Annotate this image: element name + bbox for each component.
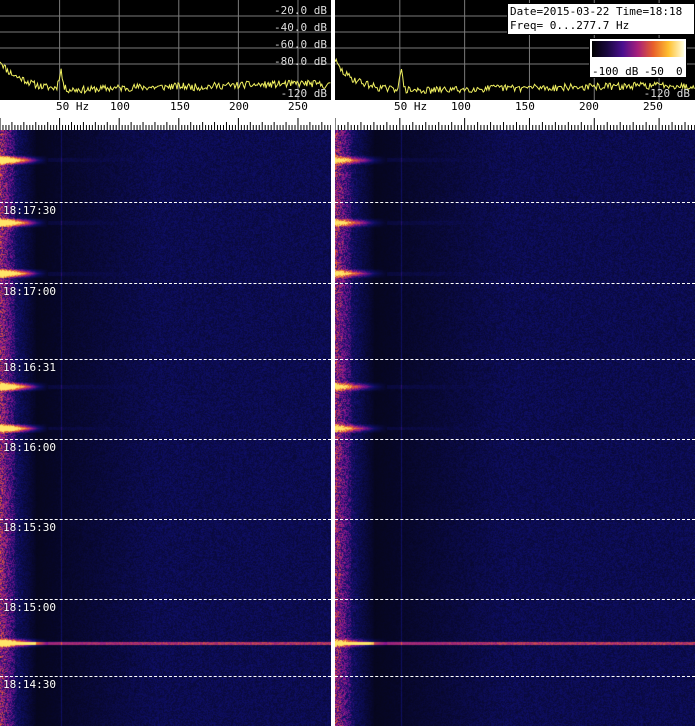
x-tick-label: 100 — [451, 100, 471, 113]
time-gridline — [0, 676, 331, 677]
time-label: 18:17:30 — [3, 204, 56, 217]
time-gridline — [335, 676, 695, 677]
db-tick-label: -60.0 dB — [274, 38, 327, 51]
info-box: Date=2015-03-22 Time=18:18 Freq= 0...277… — [507, 3, 695, 35]
spectrogram-panel-left: -20.0 dB -40.0 dB -60.0 dB -80.0 dB -120… — [0, 0, 331, 726]
time-gridline — [0, 599, 331, 600]
time-gridline — [0, 439, 331, 440]
x-tick-label: 250 — [288, 100, 308, 113]
time-gridline — [335, 283, 695, 284]
x-tick-label: 50 Hz — [394, 100, 428, 113]
time-gridline — [335, 519, 695, 520]
x-tick-label: 50 Hz — [56, 100, 90, 113]
db-tick-label: -120 dB — [280, 87, 327, 100]
colorbar-gradient — [592, 41, 684, 57]
waterfall-right — [335, 130, 695, 726]
scale-background — [0, 100, 331, 130]
db-tick-label: -40.0 dB — [274, 21, 327, 34]
time-gridline — [0, 202, 331, 203]
time-label: 18:16:00 — [3, 441, 56, 454]
time-label: 18:16:31 — [3, 361, 56, 374]
time-gridline — [0, 519, 331, 520]
x-tick-label: 200 — [229, 100, 249, 113]
db-tick-label: -120 dB — [643, 87, 690, 100]
info-frequency-range: Freq= 0...277.7 Hz — [510, 19, 630, 32]
x-tick-label: 200 — [579, 100, 599, 113]
info-date-time: Date=2015-03-22 Time=18:18 — [510, 5, 683, 18]
time-gridline — [335, 599, 695, 600]
time-gridline — [335, 439, 695, 440]
x-tick-label: 150 — [515, 100, 535, 113]
db-tick-label: -20.0 dB — [274, 4, 327, 17]
waterfall-left — [0, 130, 331, 726]
time-gridline — [335, 359, 695, 360]
time-label: 18:14:30 — [3, 678, 56, 691]
x-tick-label: 250 — [643, 100, 663, 113]
colorbar-tick-label: -50 — [644, 65, 664, 78]
time-label: 18:15:00 — [3, 601, 56, 614]
x-tick-label: 100 — [110, 100, 130, 113]
time-label: 18:17:00 — [3, 285, 56, 298]
colorbar-tick-label: 0 — [676, 65, 683, 78]
x-tick-label: 150 — [170, 100, 190, 113]
time-gridline — [335, 202, 695, 203]
time-gridline — [0, 359, 331, 360]
time-gridline — [0, 283, 331, 284]
spectrogram-panel-right: -120 dB 50 Hz 100 150 200 250 — [335, 0, 695, 726]
colorbar-tick-label: -100 dB — [592, 65, 639, 78]
frequency-scale-left — [0, 100, 331, 130]
time-label: 18:15:30 — [3, 521, 56, 534]
colorbar-legend: -100 dB -50 0 — [589, 38, 687, 78]
db-tick-label: -80.0 dB — [274, 55, 327, 68]
